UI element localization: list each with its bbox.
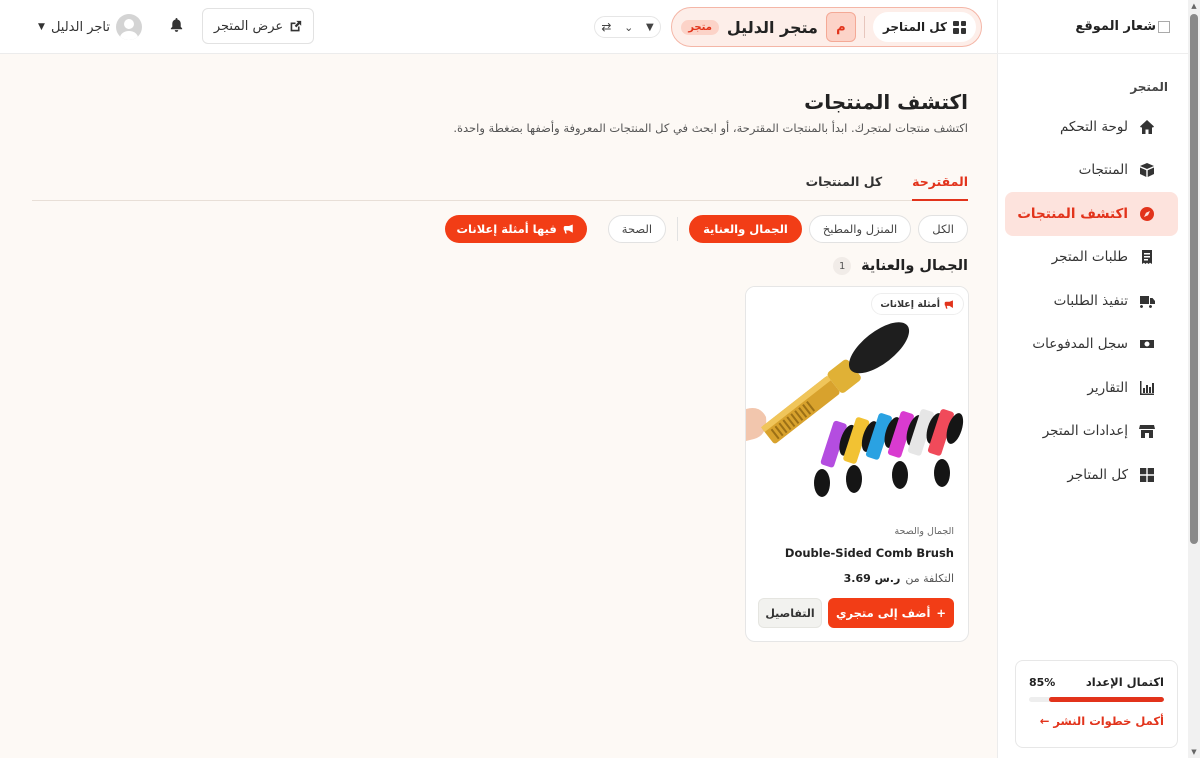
sidebar-item-all-stores[interactable]: كل المتاجر [1005, 453, 1178, 497]
caret-down-icon: ▼ [645, 21, 654, 33]
sidebar-item-label: تنفيذ الطلبات [1053, 292, 1128, 309]
chevron-down-icon: ⌄ [624, 20, 634, 34]
divider [863, 16, 865, 38]
store-badge: متجر [681, 19, 719, 35]
receipt-icon [1138, 248, 1156, 266]
page-subtitle: اكتشف منتجات لمتجرك. ابدأ بالمنتجات المق… [453, 121, 968, 135]
chart-icon [1138, 379, 1156, 397]
chip-health[interactable]: الصحة [607, 215, 667, 243]
topbar: كل المتاجر م متجر الدليل متجر ▼ ⌄ ⇄ عرض … [0, 0, 1002, 54]
sidebar-item-fulfillment[interactable]: تنفيذ الطلبات [1005, 279, 1178, 323]
setup-progress-bar [1029, 697, 1164, 702]
sidebar-item-label: التقارير [1087, 379, 1128, 396]
page-title: اكتشف المنتجات [804, 90, 968, 114]
megaphone-icon [944, 299, 953, 309]
product-card[interactable]: أمثلة إعلانات الجمال والصحة Double-Sided… [745, 286, 969, 642]
scroll-down-icon[interactable]: ▼ [1190, 748, 1198, 756]
add-to-store-button[interactable]: + أضف إلى متجري [828, 598, 954, 628]
logo-text: شعار الموقع [1075, 19, 1156, 34]
category-heading: الجمال والعناية 1 [833, 257, 968, 275]
broken-image-icon [1158, 20, 1170, 33]
home-icon [1138, 118, 1156, 136]
sidebar-section-title: المتجر [1130, 80, 1168, 94]
sidebar-item-dashboard[interactable]: لوحة التحكم [1005, 105, 1178, 149]
sidebar-item-label: إعدادات المتجر [1042, 423, 1128, 440]
megaphone-icon [563, 224, 573, 234]
category-title: الجمال والعناية [861, 258, 968, 274]
tab-suggested[interactable]: المقترحة [912, 168, 968, 201]
sidebar-item-discover-products[interactable]: اكتشف المنتجات [1005, 192, 1178, 236]
caret-down-icon: ▼ [38, 22, 45, 32]
product-title[interactable]: Double-Sided Comb Brush [785, 546, 954, 560]
setup-percent: 85% [1029, 675, 1056, 689]
all-stores-button[interactable]: كل المتاجر [872, 12, 976, 42]
price-label: التكلفة من [905, 572, 954, 585]
avatar [116, 14, 142, 40]
sidebar-item-store-orders[interactable]: طلبات المتجر [1005, 236, 1178, 280]
external-link-icon [290, 20, 302, 31]
chip-beauty-care[interactable]: الجمال والعناية [689, 215, 802, 243]
product-image[interactable]: أمثلة إعلانات [746, 287, 968, 511]
store-icon [1138, 422, 1156, 440]
user-name: تاجر الدليل [50, 19, 110, 35]
box-icon [1138, 161, 1156, 179]
store-switcher[interactable]: كل المتاجر م متجر الدليل متجر [671, 7, 982, 47]
add-to-store-label: أضف إلى متجري [835, 606, 931, 620]
compass-icon [1138, 205, 1156, 223]
swap-icon: ⇄ [601, 20, 612, 34]
view-store-button[interactable]: عرض المتجر [202, 8, 314, 44]
ad-examples-tag: أمثلة إعلانات [871, 293, 964, 315]
sidebar-item-label: طلبات المتجر [1051, 249, 1128, 266]
truck-icon [1138, 292, 1156, 310]
setup-progress-fill [1049, 697, 1164, 702]
details-button[interactable]: التفاصيل [758, 598, 822, 628]
view-store-label: عرض المتجر [213, 18, 284, 34]
sidebar-item-label: سجل المدفوعات [1032, 336, 1128, 353]
ad-tag-label: أمثلة إعلانات [880, 298, 940, 310]
sidebar-item-payments-log[interactable]: سجل المدفوعات [1005, 323, 1178, 367]
sidebar-item-products[interactable]: المنتجات [1005, 149, 1178, 193]
price-value: ر.س 3.69 [843, 572, 901, 585]
user-menu[interactable]: تاجر الدليل ▼ [24, 13, 142, 41]
scrollbar-thumb[interactable] [1190, 14, 1198, 544]
sidebar-item-label: لوحة التحكم [1059, 118, 1128, 135]
grid-icon [1138, 466, 1156, 484]
grid-icon [953, 20, 966, 34]
scroll-up-icon[interactable]: ▲ [1190, 2, 1198, 10]
sidebar-item-store-settings[interactable]: إعدادات المتجر [1005, 410, 1178, 454]
bell-icon [170, 17, 183, 32]
all-stores-label: كل المتاجر [882, 20, 947, 34]
has-ad-examples-filter[interactable]: فيها أمثلة إعلانات [444, 215, 587, 243]
scrollbar[interactable]: ▲ ▼ [1188, 0, 1200, 758]
divider [677, 217, 679, 241]
chip-home-kitchen[interactable]: المنزل والمطبخ [808, 215, 912, 243]
product-price: التكلفة من ر.س 3.69 [844, 572, 954, 585]
store-avatar: م [825, 12, 856, 42]
store-select-dropdown[interactable]: ▼ ⌄ ⇄ [594, 16, 661, 38]
setup-title: اكتمال الإعداد [1085, 675, 1164, 689]
sidebar-item-reports[interactable]: التقارير [1005, 366, 1178, 410]
sidebar: شعار الموقع المتجر لوحة التحكم المنتجات … [997, 0, 1188, 758]
complete-publish-steps-link[interactable]: أكمل خطوات النشر ← [1029, 714, 1164, 728]
money-icon [1138, 335, 1156, 353]
sidebar-item-label: اكتشف المنتجات [1017, 205, 1128, 222]
plus-icon: + [936, 606, 947, 620]
sidebar-nav: لوحة التحكم المنتجات اكتشف المنتجات طلبا… [997, 105, 1188, 497]
tabs: المقترحة كل المنتجات [32, 168, 968, 201]
notifications-button[interactable] [166, 17, 184, 35]
category-count-badge: 1 [833, 257, 852, 275]
chip-all[interactable]: الكل [918, 215, 968, 243]
store-name: متجر الدليل [726, 17, 818, 37]
site-logo[interactable]: شعار الموقع [997, 0, 1188, 54]
sidebar-item-label: كل المتاجر [1067, 466, 1128, 483]
category-filters: الكل المنزل والمطبخ الجمال والعناية الصح… [444, 215, 968, 243]
sidebar-item-label: المنتجات [1078, 162, 1128, 179]
product-category: الجمال والصحة [894, 526, 954, 537]
setup-progress-card: اكتمال الإعداد 85% أكمل خطوات النشر ← [1015, 660, 1178, 748]
tab-all-products[interactable]: كل المنتجات [806, 168, 883, 201]
ads-filter-label: فيها أمثلة إعلانات [456, 222, 557, 236]
